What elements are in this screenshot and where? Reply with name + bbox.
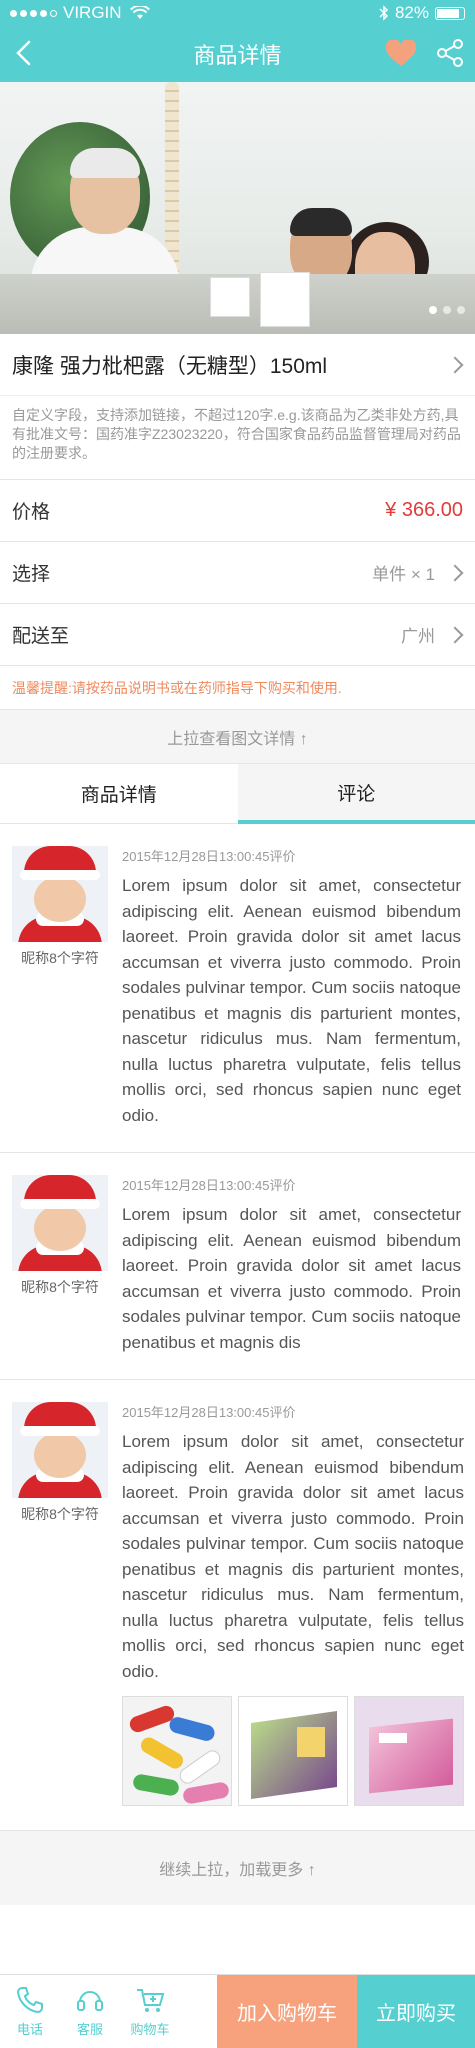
bluetooth-icon [379,5,389,21]
headset-icon [77,1991,103,2011]
service-label: 客服 [76,2022,103,2037]
chevron-right-icon [446,356,464,373]
page-title: 商品详情 [193,43,282,68]
review-nickname: 昵称8个字符 [21,1279,99,1295]
banner-box [210,277,250,317]
review-time: 2015年12月28日13:00:45评价 [122,849,296,864]
wifi-icon [129,6,150,19]
review-text: Lorem ipsum dolor sit amet, consectetur … [122,876,461,1125]
review-photo-medicine-box[interactable] [238,1696,348,1806]
select-label: 选择 [12,564,51,585]
delivery-value: 广州 [401,627,435,646]
price-row: 价格 ¥ 366.00 [0,480,475,542]
status-bar: VIRGIN 82% [0,0,475,26]
cart-label: 购物车 [130,2022,170,2037]
banner-box [260,272,310,327]
select-row[interactable]: 选择 单件 × 1 [0,542,475,604]
phone-label: 电话 [16,2022,43,2037]
review-time: 2015年12月28日13:00:45评价 [122,1178,296,1193]
add-to-cart-button[interactable]: 加入购物车 [217,1975,357,2048]
banner-doctor-hair [70,148,140,178]
warning-tip: 温馨提醒:请按药品说明书或在药师指导下购买和使用. [0,666,475,710]
product-banner-image[interactable] [0,82,475,334]
review-text: Lorem ipsum dolor sit amet, consectetur … [122,1205,461,1352]
review-nickname: 昵称8个字符 [21,950,99,966]
pull-up-hint[interactable]: 上拉查看图文详情 ↑ [0,710,475,764]
battery-icon [435,6,465,20]
battery-percent: 82% [394,3,429,22]
review-text: Lorem ipsum dolor sit amet, consectetur … [122,1432,464,1681]
favorite-heart-icon[interactable] [385,40,417,68]
tab-reviews[interactable]: 评论 [237,764,475,824]
bottom-action-bar: 电话 客服 购物车 加入购物车 立即购买 [0,1974,475,2048]
product-title: 康隆 强力枇杷露（无糖型）150ml [12,354,328,378]
nav-bar: 商品详情 [0,26,475,82]
tab-product-detail[interactable]: 商品详情 [0,764,238,824]
product-description: 自定义字段，支持添加链接，不超过120字.e.g.该商品为乙类非处方药,具有批准… [0,396,475,480]
price-label: 价格 [12,502,51,523]
detail-tabs: 商品详情 评论 [0,764,475,824]
cart-button[interactable]: 购物车 [120,1975,180,2048]
phone-icon [16,1987,43,2014]
share-icon[interactable] [435,38,465,68]
carrier-name: VIRGIN [63,3,122,22]
cart-icon [137,1989,165,2012]
phone-button[interactable]: 电话 [0,1975,60,2048]
banner-man-hair [290,208,352,236]
carousel-indicator[interactable] [429,306,465,314]
delivery-row[interactable]: 配送至 广州 [0,604,475,666]
product-title-row[interactable]: 康隆 强力枇杷露（无糖型）150ml [0,334,475,396]
avatar [12,1402,108,1498]
back-arrow-icon[interactable] [10,38,40,68]
review-photo-pills[interactable] [122,1696,232,1806]
delivery-label: 配送至 [12,626,70,647]
review-photos [122,1696,464,1806]
review-item: 昵称8个字符 2015年12月28日13:00:45评价 Lorem ipsum… [0,1153,475,1380]
avatar [12,846,108,942]
review-photo-product-box[interactable] [354,1696,464,1806]
chevron-right-icon [446,626,464,643]
price-value: ¥ 366.00 [385,499,463,521]
service-button[interactable]: 客服 [60,1975,120,2048]
avatar [12,1175,108,1271]
load-more-hint[interactable]: 继续上拉，加载更多 ↑ [0,1831,475,1905]
top-bar: VIRGIN 82% 商品详情 [0,0,475,82]
review-time: 2015年12月28日13:00:45评价 [122,1405,296,1420]
chevron-right-icon [446,564,464,581]
review-nickname: 昵称8个字符 [21,1506,99,1522]
select-value: 单件 × 1 [372,565,435,584]
signal-icon [10,9,57,17]
review-item: 昵称8个字符 2015年12月28日13:00:45评价 Lorem ipsum… [0,1380,475,1831]
buy-now-button[interactable]: 立即购买 [357,1975,475,2048]
review-item: 昵称8个字符 2015年12月28日13:00:45评价 Lorem ipsum… [0,824,475,1153]
